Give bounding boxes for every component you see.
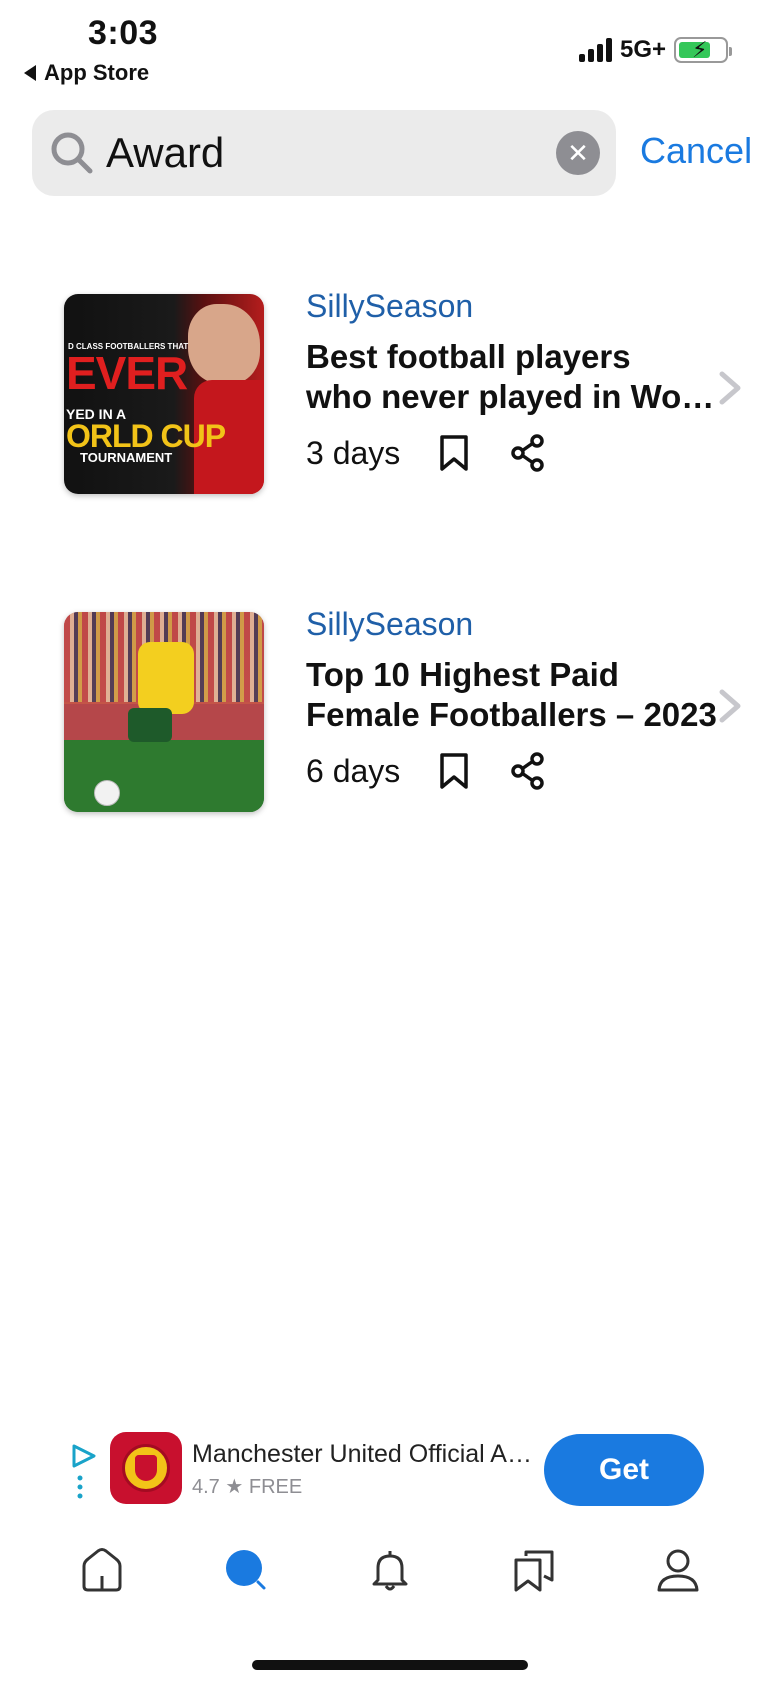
status-indicators: 5G+ ⚡ bbox=[578, 36, 732, 64]
result-item[interactable]: D CLASS FOOTBALLERS THAT EVER YED IN A O… bbox=[64, 288, 744, 494]
bookmark-button[interactable] bbox=[434, 751, 474, 791]
bookmark-icon bbox=[440, 435, 469, 471]
app-icon[interactable] bbox=[110, 1432, 182, 1504]
signal-icon bbox=[578, 38, 612, 62]
result-thumbnail: D CLASS FOOTBALLERS THAT EVER YED IN A O… bbox=[64, 294, 264, 494]
clear-search-button[interactable]: ✕ bbox=[556, 131, 600, 175]
ad-choices-icon[interactable] bbox=[70, 1442, 98, 1502]
result-age: 3 days bbox=[306, 434, 401, 471]
ad-app-name[interactable]: Manchester United Official App bbox=[192, 1440, 532, 1469]
tab-bar bbox=[0, 1540, 780, 1610]
star-icon: ★ bbox=[225, 1476, 249, 1498]
chevron-right-icon bbox=[719, 371, 741, 405]
tab-profile[interactable] bbox=[648, 1540, 708, 1600]
thumb-text: EVER bbox=[66, 347, 188, 399]
close-icon: ✕ bbox=[567, 137, 589, 168]
bell-icon bbox=[372, 1551, 408, 1591]
ad-app-meta: 4.7 ★ FREE bbox=[192, 1474, 302, 1499]
chevron-right-icon bbox=[719, 689, 741, 723]
share-icon bbox=[511, 752, 545, 790]
ad-rating: 4.7 bbox=[192, 1476, 220, 1498]
ad-price: FREE bbox=[248, 1476, 303, 1498]
result-title[interactable]: Top 10 Highest Paid Female Footballers –… bbox=[306, 655, 724, 735]
search-input[interactable] bbox=[106, 129, 556, 177]
tab-bookmarks[interactable] bbox=[504, 1540, 564, 1600]
status-time: 3:03 bbox=[88, 14, 159, 52]
ad-banner[interactable]: Manchester United Official App 4.7 ★ FRE… bbox=[70, 1432, 710, 1508]
tab-notifications[interactable] bbox=[360, 1540, 420, 1600]
result-item[interactable]: SillySeason Top 10 Highest Paid Female F… bbox=[64, 606, 744, 812]
network-type: 5G+ bbox=[619, 36, 666, 63]
tab-search[interactable] bbox=[216, 1540, 276, 1600]
get-button[interactable]: Get bbox=[544, 1434, 704, 1506]
result-title-line: Top 10 Highest Paid bbox=[306, 656, 619, 693]
bookmark-icon bbox=[440, 753, 469, 789]
thumb-text: TOURNAMENT bbox=[80, 450, 173, 465]
result-title-line: Best football players bbox=[306, 338, 631, 375]
magnifier-icon bbox=[51, 132, 93, 174]
result-title-line: who never played in World Cup bbox=[306, 378, 724, 415]
back-label: App Store bbox=[44, 60, 150, 85]
home-indicator[interactable] bbox=[252, 1660, 528, 1670]
result-source[interactable]: SillySeason bbox=[306, 288, 706, 325]
tab-home[interactable] bbox=[72, 1540, 132, 1600]
result-title-line: Female Footballers – 2023 bbox=[306, 696, 717, 733]
result-source[interactable]: SillySeason bbox=[306, 606, 706, 643]
bookmarks-icon bbox=[514, 1550, 554, 1592]
result-title[interactable]: Best football players who never played i… bbox=[306, 337, 724, 417]
search-icon bbox=[226, 1550, 266, 1590]
cancel-button[interactable]: Cancel bbox=[640, 130, 752, 172]
club-crest-icon bbox=[122, 1444, 170, 1492]
result-age: 6 days bbox=[306, 752, 401, 789]
search-bar[interactable]: ✕ bbox=[32, 110, 616, 196]
back-to-app-store[interactable]: App Store bbox=[24, 60, 149, 86]
home-icon bbox=[82, 1548, 122, 1592]
share-icon bbox=[511, 434, 545, 472]
share-button[interactable] bbox=[508, 751, 548, 791]
back-arrow-icon bbox=[24, 65, 36, 81]
battery-icon: ⚡ bbox=[674, 37, 732, 63]
profile-icon bbox=[657, 1549, 699, 1592]
bookmark-button[interactable] bbox=[434, 433, 474, 473]
result-thumbnail bbox=[64, 612, 264, 812]
share-button[interactable] bbox=[508, 433, 548, 473]
